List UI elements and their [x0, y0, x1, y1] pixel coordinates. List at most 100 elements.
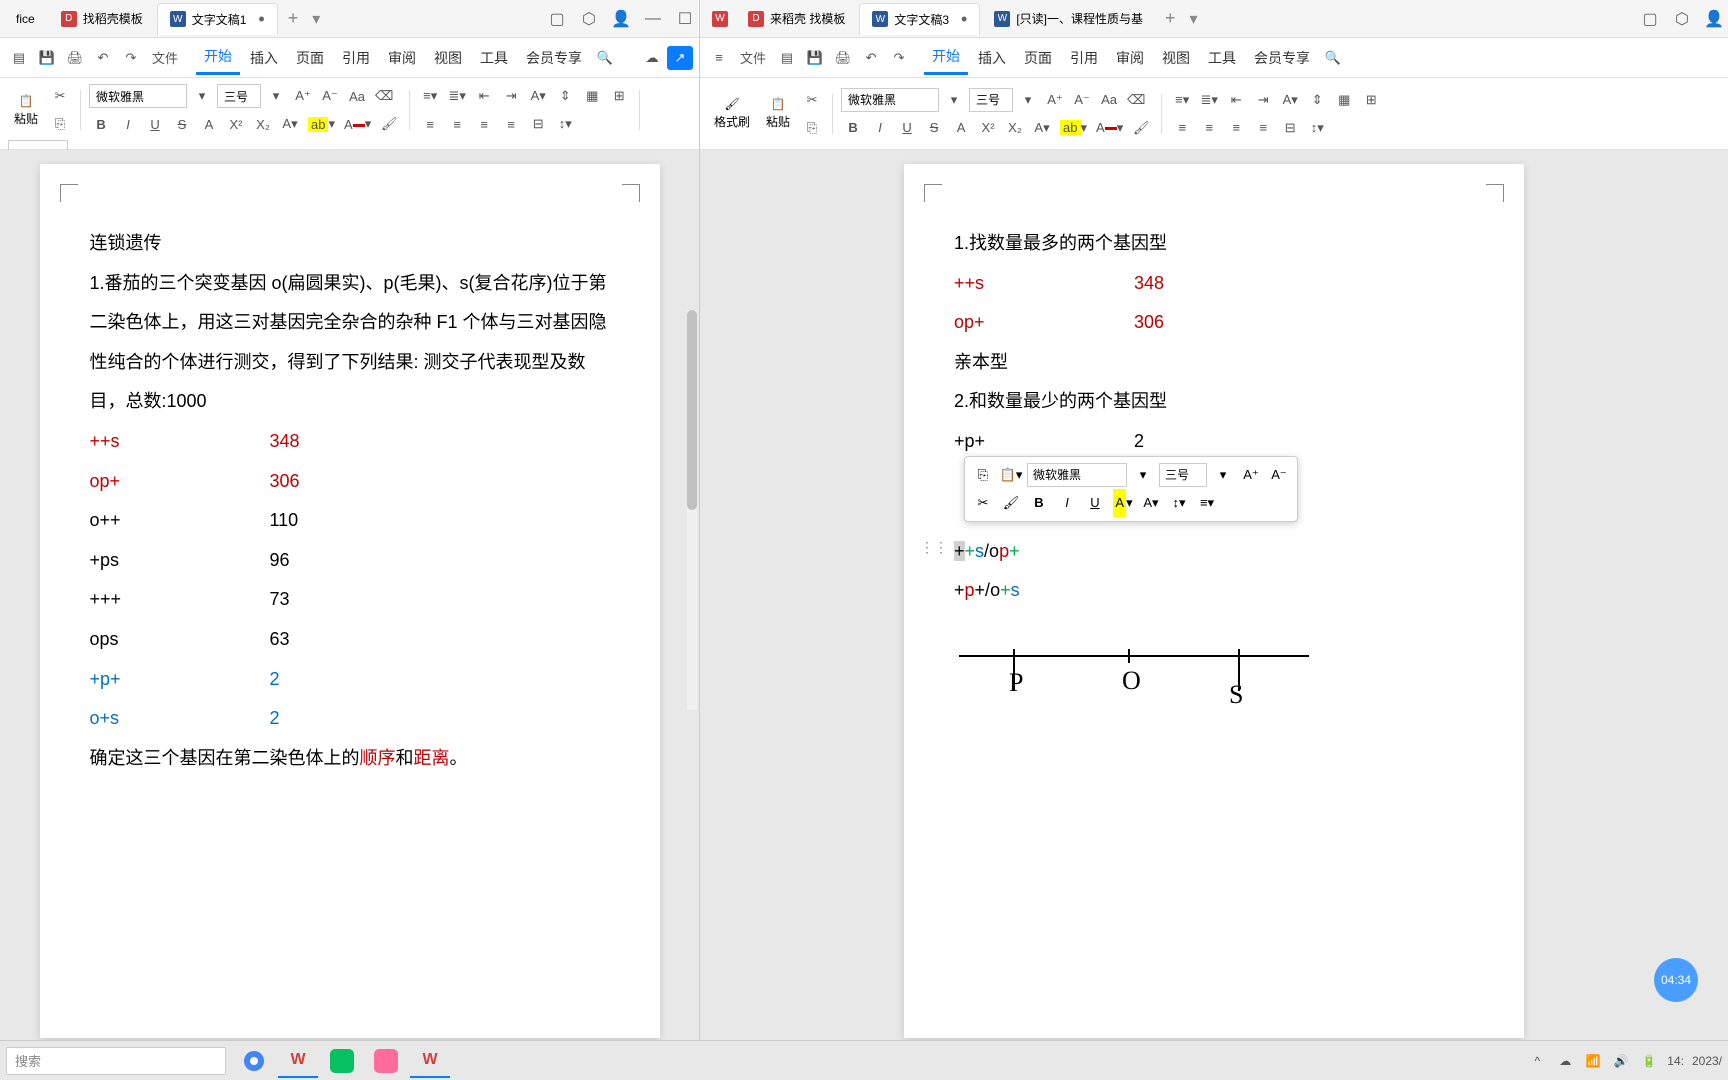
right-tab-readonly[interactable]: W [只读]一、课程性质与基	[982, 3, 1155, 35]
strike-button[interactable]: S	[170, 112, 194, 136]
italic-button[interactable]: I	[1055, 491, 1079, 515]
font-name-select[interactable]: 微软雅黑	[841, 88, 939, 112]
paste-button[interactable]: 📋 粘贴	[8, 85, 44, 135]
align-left-icon[interactable]: ≡	[1170, 116, 1194, 140]
wechat-icon[interactable]	[322, 1044, 362, 1078]
line-height-icon[interactable]: ⇕	[553, 84, 577, 108]
subscript-icon[interactable]: X₂	[251, 112, 275, 136]
highlight-icon[interactable]: ab▾	[305, 112, 338, 136]
cut-icon[interactable]: ✂	[800, 88, 824, 112]
strike-button[interactable]: S	[922, 116, 946, 140]
search-icon[interactable]: 🔍	[1320, 46, 1346, 70]
chevron-down-icon[interactable]: ▾	[1016, 88, 1040, 112]
mini-font-size[interactable]: 三号	[1159, 463, 1207, 487]
wps-icon-2[interactable]: W	[410, 1044, 450, 1078]
left-tab-document1[interactable]: W 文字文稿1 •	[157, 3, 278, 35]
menu-icon[interactable]: ≡	[706, 46, 732, 69]
chevron-down-icon[interactable]: ▾	[1131, 463, 1155, 487]
search-icon[interactable]: 🔍	[592, 46, 618, 70]
menu-view[interactable]: 视图	[1154, 42, 1198, 74]
layout-icon[interactable]: ▢	[1640, 9, 1660, 29]
align-right-icon[interactable]: ≡	[1224, 116, 1248, 140]
borders-icon[interactable]: ⊞	[607, 84, 631, 108]
text-effect-icon[interactable]: A▾	[278, 112, 302, 136]
tray-volume-icon[interactable]: 🔊	[1611, 1051, 1631, 1071]
cut-icon[interactable]: ✂	[48, 84, 72, 108]
right-tab-document3[interactable]: W 文字文稿3 •	[859, 3, 980, 35]
tray-time[interactable]: 14:	[1667, 1054, 1684, 1068]
paste-button[interactable]: 📋 粘贴	[760, 89, 796, 139]
format-brush-icon[interactable]: 🖌	[377, 112, 401, 136]
undo-icon[interactable]: ↶	[858, 46, 884, 70]
wps-icon[interactable]: W	[278, 1044, 318, 1078]
left-page[interactable]: 连锁遗传 1.番茄的三个突变基因 o(扁圆果实)、p(毛果)、s(复合花序)位于…	[40, 164, 660, 1038]
menu-member[interactable]: 会员专享	[1246, 42, 1318, 74]
clear-format-icon[interactable]: ⌫	[372, 84, 396, 108]
cut-icon[interactable]: ✂	[971, 491, 995, 515]
right-page[interactable]: 1.找数量最多的两个基因型 ++s348 op+306 亲本型 2.和数量最少的…	[904, 164, 1524, 1038]
distribute-icon[interactable]: ⊟	[526, 112, 550, 136]
shading-icon[interactable]: ▦	[580, 84, 604, 108]
grow-font-icon[interactable]: A⁺	[1239, 463, 1263, 487]
taskbar-search[interactable]: 搜索	[6, 1047, 226, 1075]
shading-icon[interactable]: ▦	[1332, 88, 1356, 112]
align-center-icon[interactable]: ≡	[1197, 116, 1221, 140]
clear-format-icon[interactable]: ⌫	[1124, 88, 1148, 112]
menu-tools[interactable]: 工具	[1200, 42, 1244, 74]
font-color-icon[interactable]: A▾	[341, 112, 374, 136]
menu-insert[interactable]: 插入	[970, 42, 1014, 74]
subscript-icon[interactable]: X₂	[1003, 116, 1027, 140]
menu-start[interactable]: 开始	[196, 40, 240, 75]
avatar-icon[interactable]: 👤	[611, 9, 631, 29]
menu-file[interactable]: 文件	[734, 44, 772, 71]
align-justify-icon[interactable]: ≡	[499, 112, 523, 136]
chevron-down-icon[interactable]: ▾	[942, 88, 966, 112]
bold-button[interactable]: B	[89, 112, 113, 136]
format-brush-icon[interactable]: 🖌	[999, 491, 1023, 515]
menu-review[interactable]: 审阅	[1108, 42, 1152, 74]
underline-button[interactable]: U	[895, 116, 919, 140]
format-painter-button[interactable]: 🖌 格式刷	[708, 89, 756, 139]
left-tab-templates[interactable]: D 找稻壳模板	[49, 3, 155, 35]
font-size-select[interactable]: 三号	[969, 88, 1013, 112]
new-icon[interactable]: ▤	[6, 46, 32, 70]
menu-ref[interactable]: 引用	[1062, 42, 1106, 74]
superscript-icon[interactable]: X²	[224, 112, 248, 136]
maximize-button[interactable]: ☐	[675, 9, 695, 29]
font-name-select[interactable]: 微软雅黑	[89, 84, 187, 108]
change-case-icon[interactable]: Aa	[345, 84, 369, 108]
video-timestamp-badge[interactable]: 04:34	[1654, 958, 1698, 1002]
line-spacing-icon[interactable]: ↕▾	[1167, 491, 1191, 515]
underline-button[interactable]: U	[143, 112, 167, 136]
save-icon[interactable]: 💾	[802, 46, 828, 70]
bold-button[interactable]: B	[841, 116, 865, 140]
text-effects-icon[interactable]: A▾	[1278, 88, 1302, 112]
copy-icon[interactable]: ⎘	[48, 112, 72, 136]
print-icon[interactable]: 🖨	[830, 46, 856, 70]
menu-tools[interactable]: 工具	[472, 42, 516, 74]
chrome-icon[interactable]	[234, 1044, 274, 1078]
chevron-down-icon[interactable]: ▾	[1211, 463, 1235, 487]
minimize-button[interactable]: —	[643, 9, 663, 29]
print-icon[interactable]: 🖨	[62, 46, 88, 70]
font-size-select[interactable]: 三号	[217, 84, 261, 108]
cloud-icon[interactable]: ☁	[639, 46, 665, 70]
tray-battery-icon[interactable]: 🔋	[1639, 1051, 1659, 1071]
indent-inc-icon[interactable]: ⇥	[1251, 88, 1275, 112]
tray-network-icon[interactable]: 📶	[1583, 1051, 1603, 1071]
cube-icon[interactable]: ⬡	[579, 9, 599, 29]
align-justify-icon[interactable]: ≡	[1251, 116, 1275, 140]
cube-icon[interactable]: ⬡	[1672, 9, 1692, 29]
distribute-icon[interactable]: ⊟	[1278, 116, 1302, 140]
indent-dec-icon[interactable]: ⇤	[472, 84, 496, 108]
tray-cloud-icon[interactable]: ☁	[1555, 1051, 1575, 1071]
undo-icon[interactable]: ↶	[90, 46, 116, 70]
avatar-icon[interactable]: 👤	[1704, 9, 1724, 29]
document-content[interactable]: 1.找数量最多的两个基因型 ++s348 op+306 亲本型 2.和数量最少的…	[954, 224, 1474, 735]
chevron-down-icon[interactable]: ▾	[190, 84, 214, 108]
redo-icon[interactable]: ↷	[886, 46, 912, 70]
scrollbar[interactable]	[687, 310, 697, 710]
menu-ref[interactable]: 引用	[334, 42, 378, 74]
layout-icon[interactable]: ▢	[547, 9, 567, 29]
save-icon[interactable]: 💾	[34, 46, 60, 70]
